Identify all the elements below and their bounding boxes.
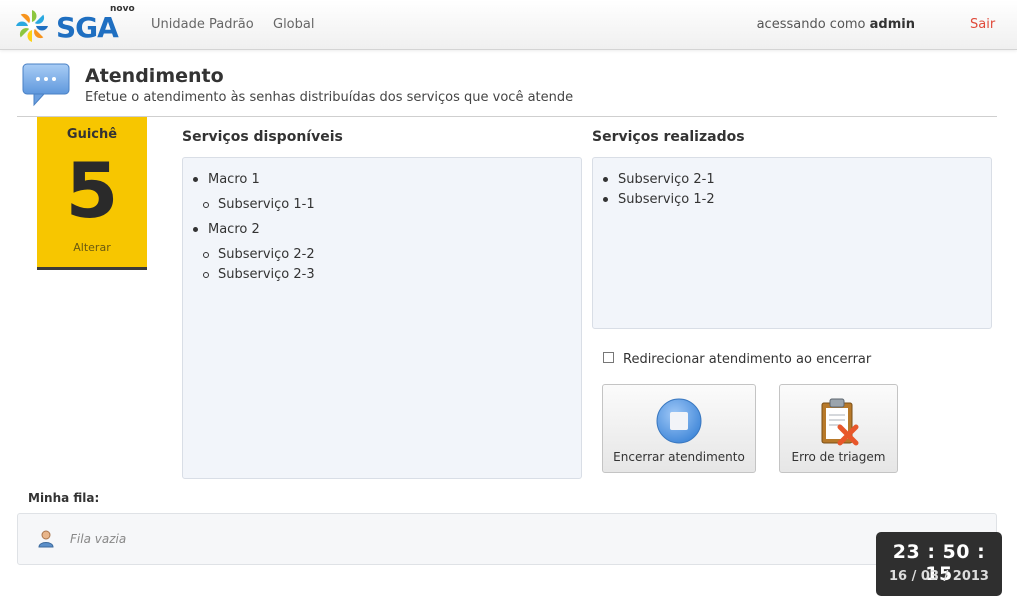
bullet-icon <box>603 197 608 202</box>
queue-box <box>17 513 997 565</box>
page-subtitle: Efetue o atendimento às senhas distribuí… <box>85 90 574 105</box>
sga-logo[interactable]: novo SGA <box>14 4 135 46</box>
redirect-checkbox[interactable] <box>603 352 614 363</box>
logged-user-info: acessando como admin <box>757 17 915 32</box>
performed-services-title: Serviços realizados <box>592 129 745 145</box>
user-name: admin <box>869 17 915 32</box>
sunburst-logo-icon <box>16 10 48 42</box>
clipboard-error-icon <box>821 398 858 446</box>
nav-global-link[interactable]: Global <box>273 17 314 32</box>
subservice-item: Subserviço 2-2 <box>218 247 315 262</box>
header-divider <box>17 116 997 117</box>
circle-bullet-icon <box>203 252 209 258</box>
macro-item: Macro 1 <box>208 172 260 187</box>
subservice-item: Subserviço 2-3 <box>218 267 315 282</box>
queue-title: Minha fila: <box>28 491 100 505</box>
clock-date: 16 / 03 / 2013 <box>889 569 989 584</box>
macro-item: Macro 2 <box>208 222 260 237</box>
user-prefix: acessando como <box>756 17 866 32</box>
guiche-label: Guichê <box>66 127 118 142</box>
guiche-box: Guichê 5 Alterar <box>37 117 147 270</box>
end-attendance-button[interactable]: Encerrar atendimento <box>602 384 756 473</box>
bullet-icon <box>193 177 198 182</box>
performed-service-item: Subserviço 2-1 <box>618 172 715 187</box>
circle-bullet-icon <box>203 202 209 208</box>
performed-service-item: Subserviço 1-2 <box>618 192 715 207</box>
clock-widget: 23 : 50 : 15 16 / 03 / 2013 <box>876 532 1002 596</box>
triage-error-label: Erro de triagem <box>791 450 886 464</box>
available-services-panel: Macro 1 Subserviço 1-1 Macro 2 Subserviç… <box>182 157 582 479</box>
triage-error-button[interactable]: Erro de triagem <box>779 384 898 473</box>
guiche-change-link[interactable]: Alterar <box>37 241 147 254</box>
bullet-icon <box>193 227 198 232</box>
queue-empty-text: Fila vazia <box>70 532 127 546</box>
user-icon <box>38 530 54 548</box>
stop-icon <box>656 398 702 444</box>
performed-services-panel: Subserviço 2-1 Subserviço 1-2 <box>592 157 992 329</box>
nav-unidade-link[interactable]: Unidade Padrão <box>151 17 254 32</box>
top-navbar: novo SGA Unidade Padrão Global acessando… <box>0 0 1017 50</box>
guiche-number: 5 <box>65 146 119 235</box>
end-attendance-label: Encerrar atendimento <box>613 450 745 464</box>
circle-bullet-icon <box>203 272 209 278</box>
available-services-title: Serviços disponíveis <box>182 129 343 145</box>
speech-bubble-icon <box>22 63 70 107</box>
page-title: Atendimento <box>85 65 224 87</box>
redirect-checkbox-label[interactable]: Redirecionar atendimento ao encerrar <box>623 352 871 367</box>
logout-link[interactable]: Sair <box>970 17 995 32</box>
logo-sga-text: SGA <box>56 11 119 44</box>
subservice-item: Subserviço 1-1 <box>218 197 315 212</box>
bullet-icon <box>603 177 608 182</box>
